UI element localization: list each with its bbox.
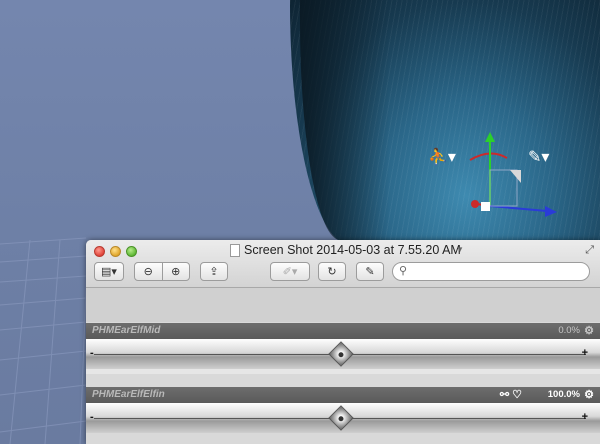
figure-pose-icon[interactable]: ⛹▾ [428,150,456,166]
preview-window[interactable]: Screen Shot 2014-05-03 at 7.55.20 AM ▼ ⤢… [86,240,600,444]
highlighter-icon: ✐▾ [282,266,298,278]
sidebar-icon: ▤▾ [101,266,117,278]
morph-header: PHMEarElfMid 0.0% ⚙ [86,323,600,339]
sidebar-button[interactable]: ▤▾ [94,262,124,281]
rotate-icon: ↻ [327,266,337,278]
rotate-button[interactable]: ↻ [318,262,346,281]
share-icon: ⇪ [209,266,219,278]
increment-button[interactable]: + [582,347,588,359]
share-button[interactable]: ⇪ [200,262,228,281]
zoom-group[interactable]: ⊖ ⊕ [134,262,190,281]
zoom-out-icon[interactable]: ⊖ [135,265,162,278]
search-icon: ⚲ [399,265,408,277]
maximize-button[interactable] [126,246,137,257]
transform-gizmo-icon[interactable] [465,128,560,223]
slider-knob[interactable] [328,341,354,367]
morph-label: PHMEarElfMid [92,325,161,336]
morph-value[interactable]: 0.0% [558,323,580,339]
increment-button[interactable]: + [582,411,588,423]
edit-icon: ✎ [365,266,375,278]
document-icon [230,244,240,257]
link-heart-icon[interactable]: ⚯ ♡ [500,387,522,403]
gear-icon[interactable]: ⚙ [584,387,594,403]
chevron-down-icon[interactable]: ▼ [456,245,464,254]
search-input[interactable]: ⚲ [392,262,590,281]
toolbar-spacer [86,288,600,322]
zoom-in-icon[interactable]: ⊕ [163,265,190,278]
slider[interactable]: - + [86,403,600,433]
morph-slider-row[interactable]: PHMEarElfElfin ⚯ ♡ 100.0% ⚙ - + [86,387,600,433]
title-bar[interactable]: Screen Shot 2014-05-03 at 7.55.20 AM ▼ ⤢… [86,240,600,288]
annotate-button[interactable]: ✎ [356,262,384,281]
decrement-button[interactable]: - [90,347,94,359]
morph-value[interactable]: 100.0% [548,387,580,403]
highlight-button[interactable]: ✐▾ [270,262,310,281]
close-button[interactable] [94,246,105,257]
morph-header: PHMEarElfElfin ⚯ ♡ 100.0% ⚙ [86,387,600,403]
minimize-button[interactable] [110,246,121,257]
gear-icon[interactable]: ⚙ [584,323,594,339]
morph-slider-row[interactable]: PHMEarElfMid 0.0% ⚙ - + [86,323,600,374]
slider-knob[interactable] [328,405,354,431]
decrement-button[interactable]: - [90,411,94,423]
slider[interactable]: - + [86,339,600,369]
fullscreen-icon[interactable]: ⤢ [585,244,594,257]
divider [86,369,600,374]
window-title: Screen Shot 2014-05-03 at 7.55.20 AM [244,243,461,257]
morph-label: PHMEarElfElfin [92,389,165,400]
